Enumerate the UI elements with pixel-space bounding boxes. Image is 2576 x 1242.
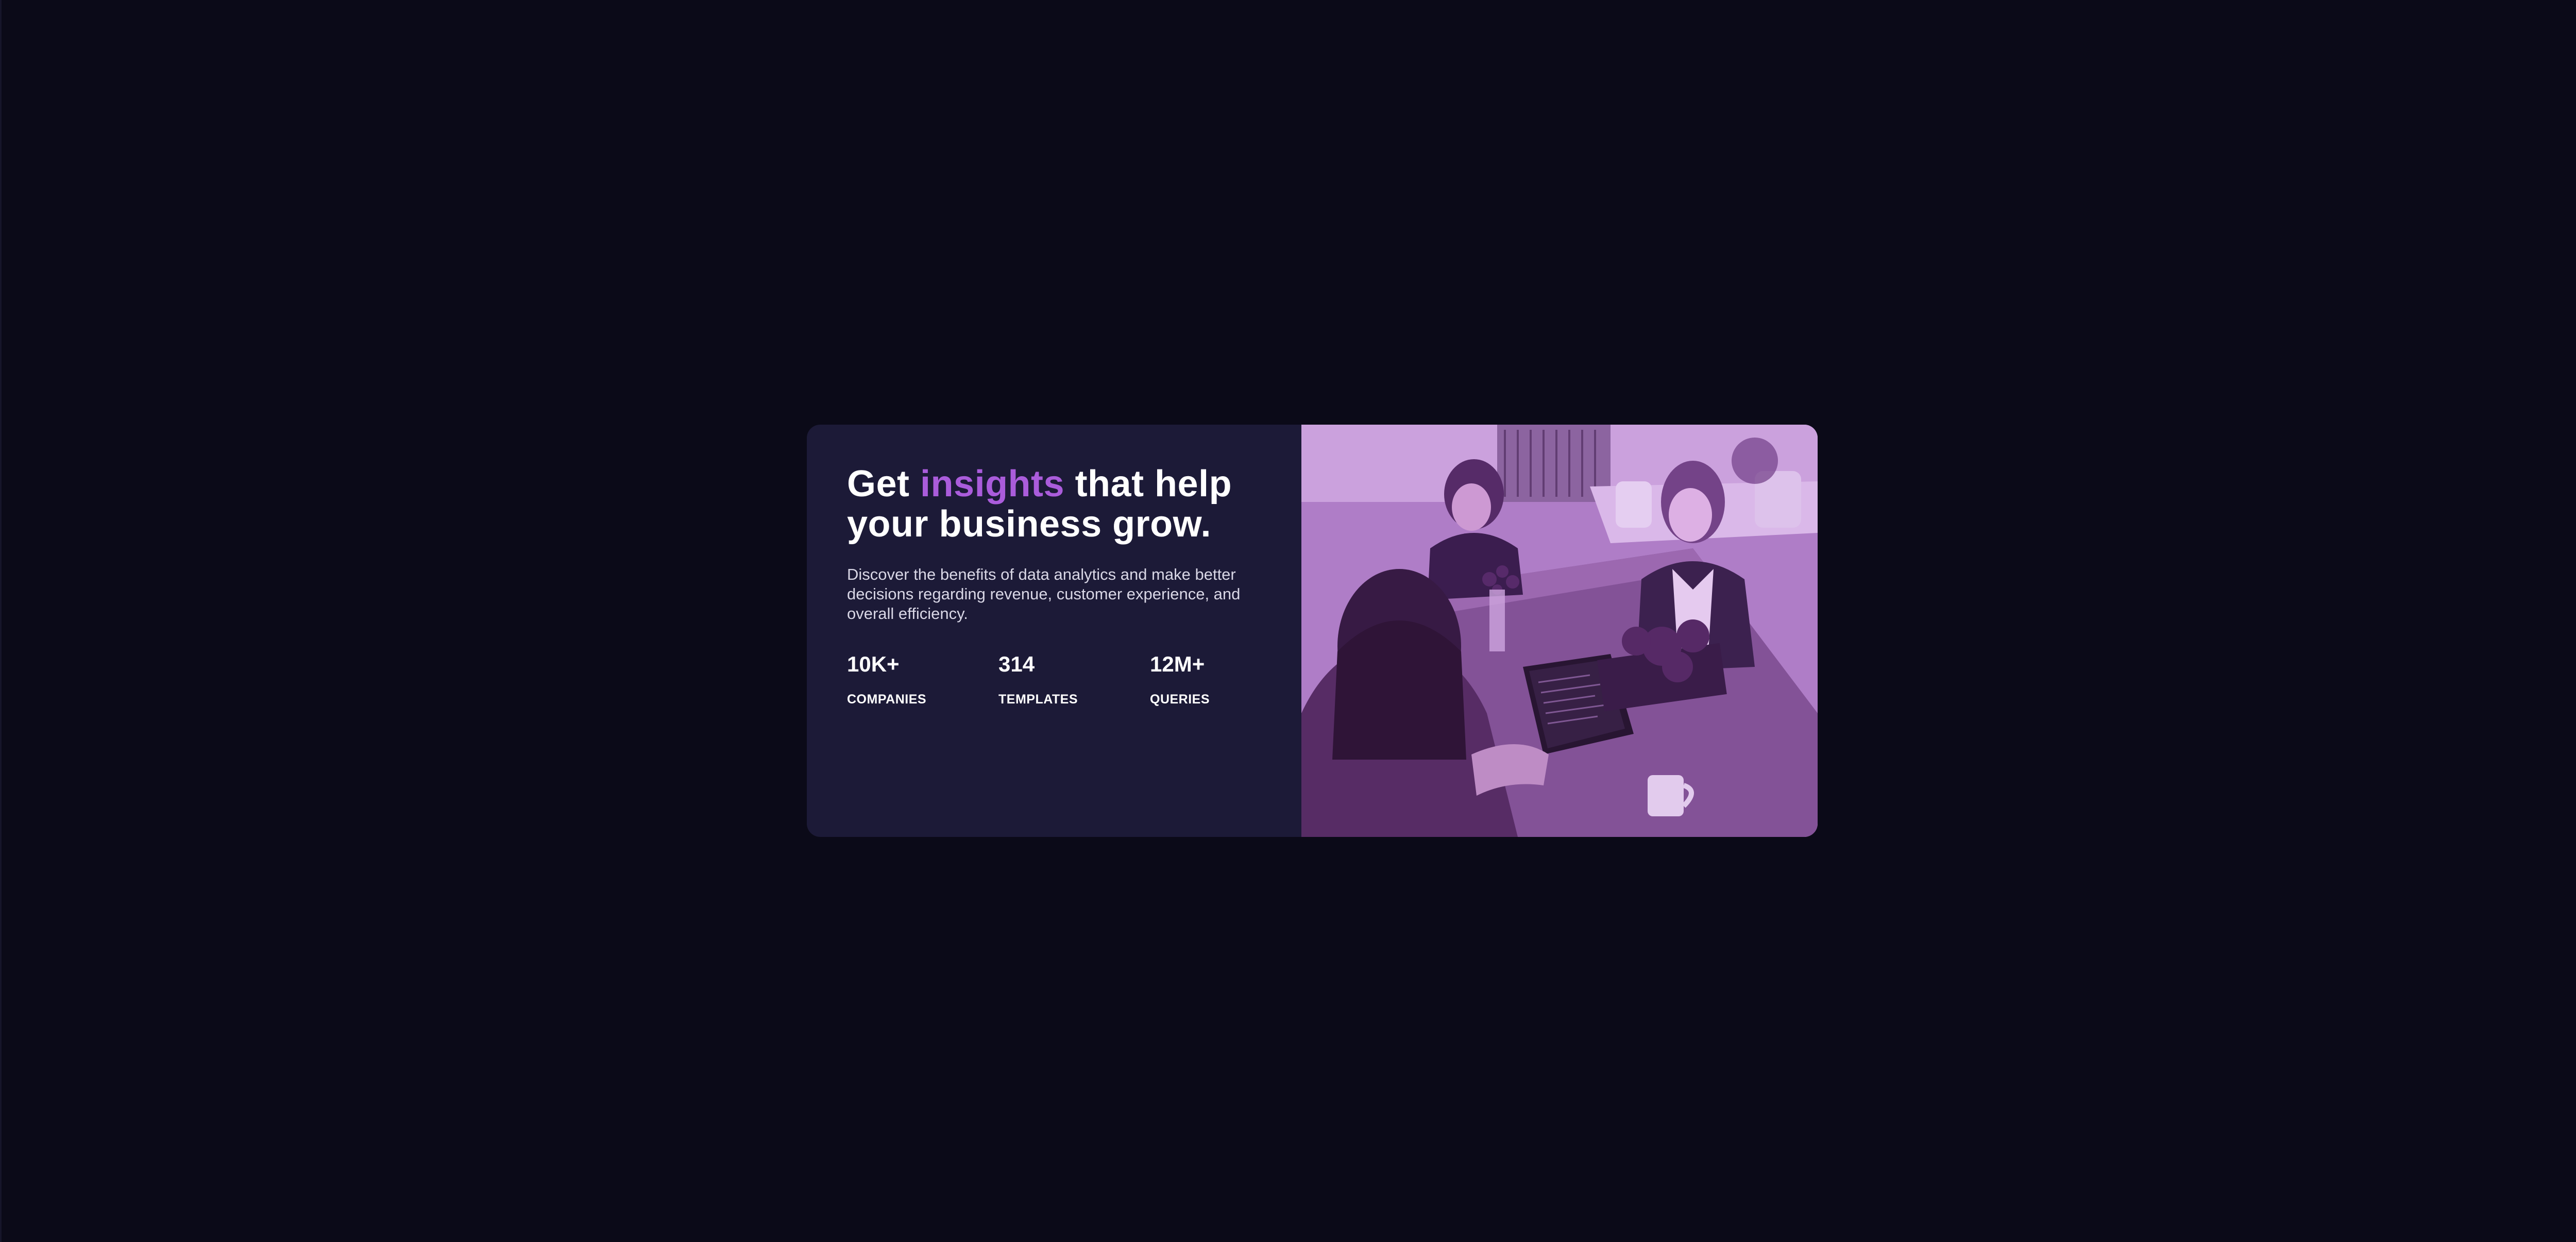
- stats-preview-card: Get insights that help your business gro…: [807, 425, 1818, 837]
- stat-companies: 10K+ COMPANIES: [847, 651, 998, 707]
- page-background: Get insights that help your business gro…: [0, 0, 2576, 1242]
- stat-value: 314: [998, 652, 1035, 676]
- card-text-panel: Get insights that help your business gro…: [807, 425, 1301, 837]
- stat-templates: 314 TEMPLATES: [998, 651, 1150, 707]
- stat-label: TEMPLATES: [998, 692, 1078, 707]
- page-title: Get insights that help your business gro…: [847, 464, 1261, 544]
- office-photo-image: [1301, 425, 1818, 837]
- image-tint-overlay: [1301, 425, 1818, 837]
- stat-queries: 12M+ QUERIES: [1150, 651, 1301, 707]
- headline-accent: insights: [920, 463, 1065, 505]
- card-description: Discover the benefits of data analytics …: [847, 565, 1241, 623]
- stat-value: 10K+: [847, 652, 900, 676]
- headline-start: Get: [847, 463, 910, 505]
- stat-label: COMPANIES: [847, 692, 927, 707]
- stat-value: 12M+: [1150, 652, 1205, 676]
- stats-list: 10K+ COMPANIES 314 TEMPLATES 12M+ QUERIE…: [847, 651, 1301, 707]
- stat-label: QUERIES: [1150, 692, 1210, 707]
- window-edge: [0, 0, 2, 1242]
